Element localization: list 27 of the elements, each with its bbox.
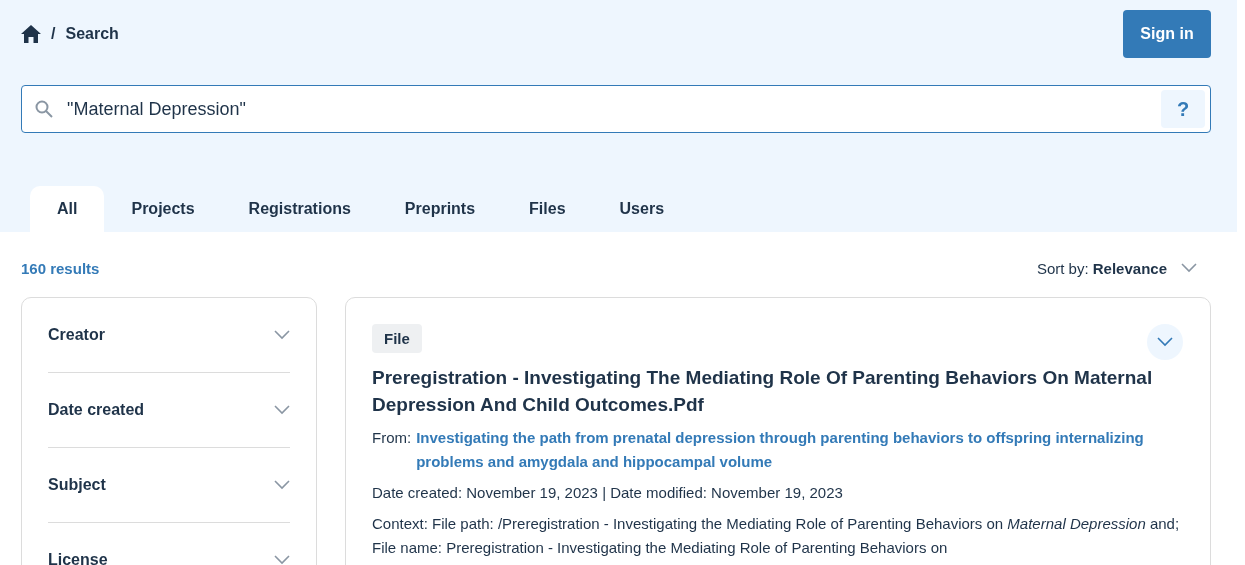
breadcrumb-separator: / [51, 25, 56, 43]
home-link[interactable] [21, 25, 41, 43]
date-info: Date created: November 19, 2023 | Date modified: November 19, 2023 [372, 483, 844, 503]
filter-toggle[interactable]: Subject [48, 448, 290, 523]
filter-toggle[interactable]: Date created [48, 373, 290, 448]
home-icon [21, 25, 41, 43]
filter-toggle[interactable]: Creator [48, 298, 290, 373]
from-label: From: [372, 428, 412, 448]
result-count: 160 results [21, 259, 100, 277]
result-title: Preregistration - Investigating The Mediating Role Of Parenting Behaviors On Maternal Depression And Child Outcomes.Pdf [372, 366, 1154, 417]
search-field[interactable]: "Maternal Depression" ? [21, 85, 1211, 133]
tab[interactable]: Preprints [377, 186, 503, 232]
tab[interactable]: Files [502, 186, 593, 232]
help-button[interactable]: ? [1161, 90, 1205, 128]
filter-toggle[interactable]: License [48, 523, 290, 565]
project-link[interactable]: Investigating the path from prenatal depression through parenting behaviors to offspring internalizing problems and amygdala and hippocampal volume [416, 426, 1184, 474]
breadcrumb-current: Search [65, 25, 119, 43]
tab[interactable]: Users [592, 186, 692, 232]
type-tag: File [372, 324, 422, 353]
chevron-down-icon [1181, 263, 1197, 273]
tab[interactable]: All [30, 186, 105, 232]
search-icon [35, 100, 53, 118]
tab[interactable]: Registrations [221, 186, 378, 232]
sign-in-button[interactable]: Sign in [1123, 10, 1211, 58]
context-text: Context: File path: /Preregistration - Investigating the Mediating Role of Parenting Behaviors on Maternal Depression and; File name: Preregistration - Investigating the Mediating Role of Parenting Behaviors on [372, 514, 1181, 558]
tab[interactable]: Projects [104, 186, 222, 232]
sort-dropdown[interactable]: Sort by: Relevance [1036, 259, 1197, 277]
